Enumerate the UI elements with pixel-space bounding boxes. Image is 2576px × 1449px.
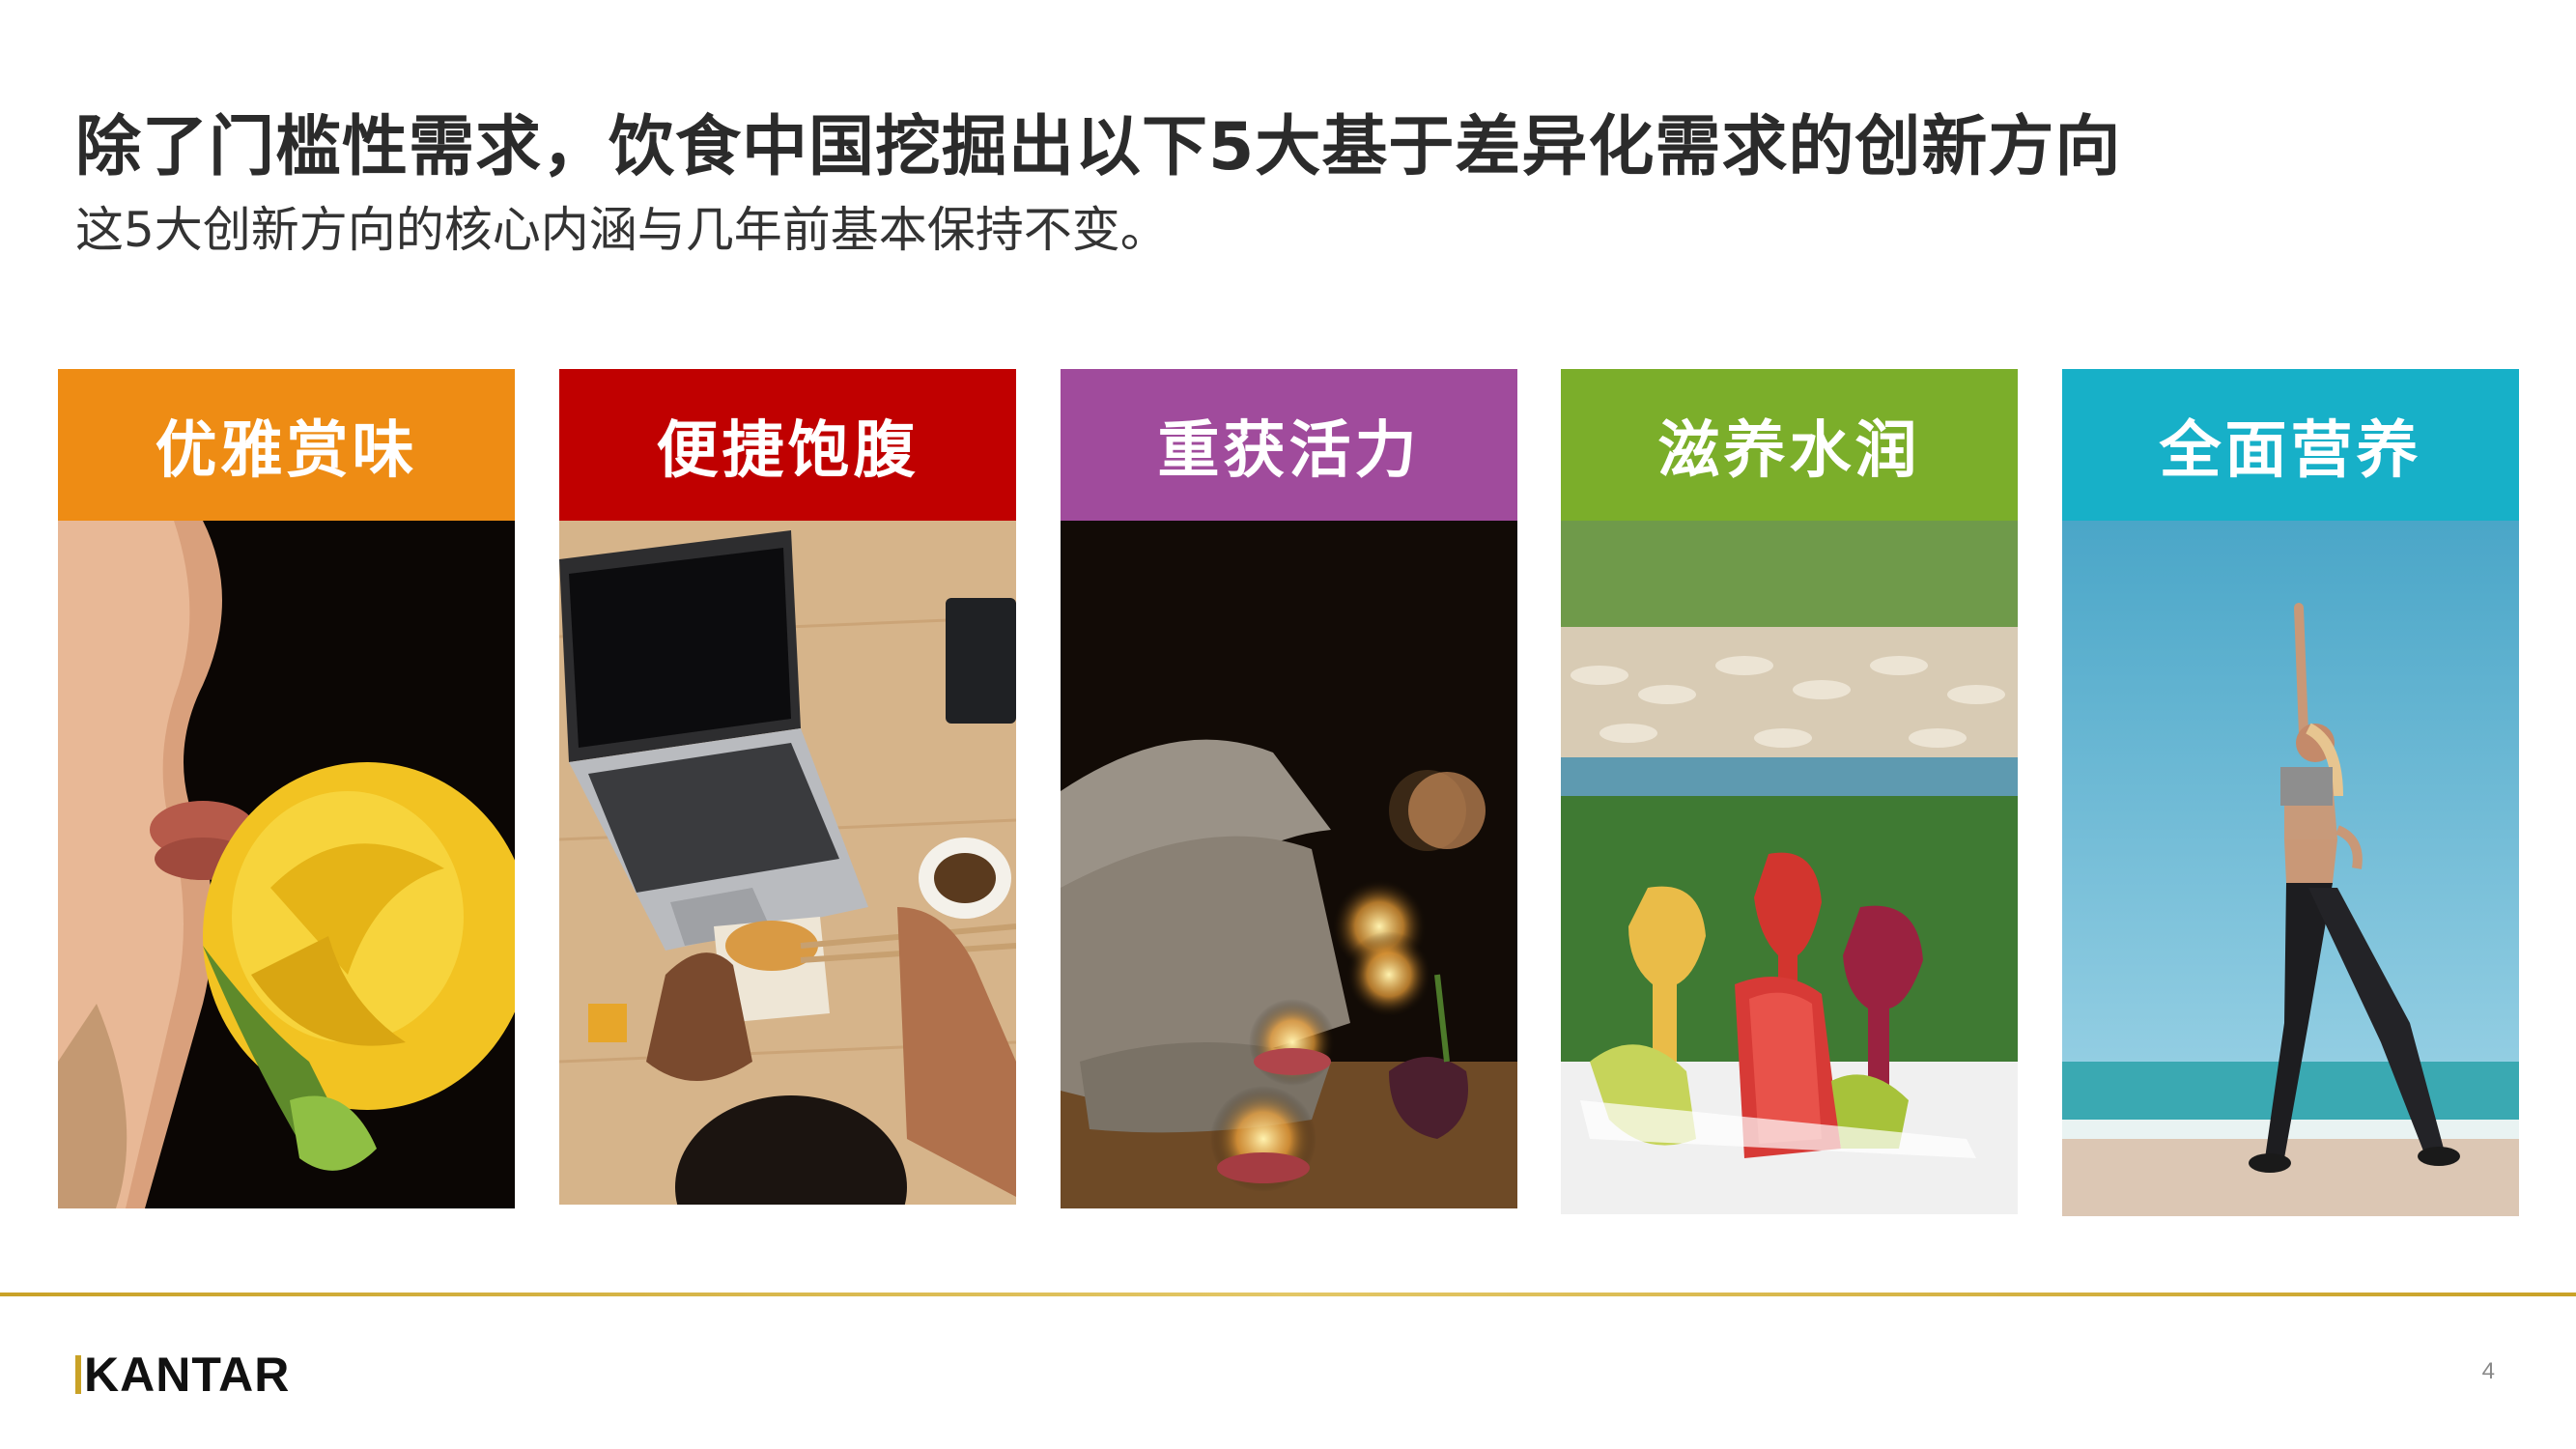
card-label: 滋养水润 (1657, 414, 1921, 487)
fruit-juice-beach-photo (1561, 521, 2018, 1214)
card-nourish-hydrate: 滋养水润 (1561, 369, 2018, 1214)
page-number: 4 (2481, 1358, 2495, 1384)
rose-lips-photo (58, 521, 515, 1208)
spa-candles-photo (1061, 521, 1517, 1208)
card-elegant-taste: 优雅赏味 (58, 369, 515, 1208)
card-header: 重获活力 (1061, 369, 1517, 521)
logo-accent-bar (75, 1355, 81, 1394)
slide-subtitle: 这5大创新方向的核心内涵与几年前基本保持不变。 (75, 202, 1169, 258)
yoga-beach-photo (2062, 521, 2519, 1216)
footer-divider (0, 1293, 2576, 1296)
kantar-logo: KANTAR (75, 1347, 290, 1403)
card-label: 重获活力 (1157, 414, 1421, 487)
laptop-noodles-photo (559, 521, 1016, 1205)
logo-text: KANTAR (84, 1348, 291, 1402)
card-header: 便捷饱腹 (559, 369, 1016, 521)
card-label: 优雅赏味 (155, 414, 418, 487)
card-header: 全面营养 (2062, 369, 2519, 521)
slide-title: 除了门槛性需求，饮食中国挖掘出以下5大基于差异化需求的创新方向 (75, 109, 2122, 185)
card-header: 优雅赏味 (58, 369, 515, 521)
card-label: 便捷饱腹 (656, 414, 920, 487)
card-label: 全面营养 (2159, 414, 2422, 487)
card-header: 滋养水润 (1561, 369, 2018, 521)
card-comprehensive-nutrition: 全面营养 (2062, 369, 2519, 1216)
card-regain-vitality: 重获活力 (1061, 369, 1517, 1208)
card-convenient-filling: 便捷饱腹 (559, 369, 1016, 1205)
